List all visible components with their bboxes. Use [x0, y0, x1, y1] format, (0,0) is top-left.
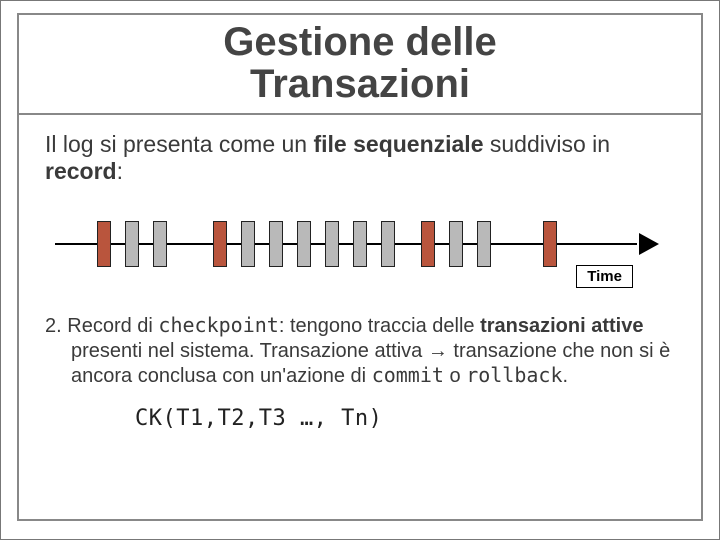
record-tick — [477, 221, 491, 267]
record-tick — [325, 221, 339, 267]
checkpoint-formula: CK(T1,T2,T3 …, Tn) — [45, 406, 675, 431]
item-text-2: : tengono traccia delle — [279, 315, 480, 337]
list-item-2: 2. Record di checkpoint: tengono traccia… — [45, 313, 675, 388]
item-text-3: presenti nel sistema. Transazione attiva — [71, 340, 428, 362]
intro-text-1: Il log si presenta come un — [45, 131, 313, 157]
intro-text-2: suddiviso in — [484, 131, 611, 157]
arrow-right-icon — [639, 233, 659, 255]
slide-content: Il log si presenta come un file sequenzi… — [19, 115, 701, 431]
time-label: Time — [576, 265, 633, 288]
item-text-5: o — [444, 365, 466, 387]
item-number: 2. — [45, 315, 67, 337]
record-tick — [297, 221, 311, 267]
intro-paragraph: Il log si presenta come un file sequenzi… — [45, 131, 675, 185]
record-tick — [269, 221, 283, 267]
checkpoint-tick — [97, 221, 111, 267]
record-tick — [153, 221, 167, 267]
record-tick — [125, 221, 139, 267]
checkpoint-tick — [421, 221, 435, 267]
item-mono-rollback: rollback — [466, 363, 562, 387]
slide-title: Gestione delle Transazioni — [19, 15, 701, 115]
intro-text-3: : — [117, 158, 123, 184]
item-text-1: Record di — [67, 315, 158, 337]
intro-bold-2: record — [45, 158, 117, 184]
checkpoint-tick — [213, 221, 227, 267]
record-tick — [381, 221, 395, 267]
record-tick — [353, 221, 367, 267]
checkpoint-tick — [543, 221, 557, 267]
item-mono-checkpoint: checkpoint — [158, 313, 278, 337]
record-tick — [241, 221, 255, 267]
arrow-right-icon: → — [428, 340, 448, 362]
title-line-1: Gestione delle — [223, 20, 496, 64]
slide: Gestione delle Transazioni Il log si pre… — [0, 0, 720, 540]
record-tick — [449, 221, 463, 267]
item-bold-1: transazioni attive — [480, 315, 643, 337]
intro-bold-1: file sequenziale — [313, 131, 483, 157]
slide-frame: Gestione delle Transazioni Il log si pre… — [17, 13, 703, 521]
timeline: Time — [45, 207, 675, 291]
item-text-6: . — [563, 365, 569, 387]
item-mono-commit: commit — [372, 363, 444, 387]
title-line-2: Transazioni — [250, 62, 470, 106]
